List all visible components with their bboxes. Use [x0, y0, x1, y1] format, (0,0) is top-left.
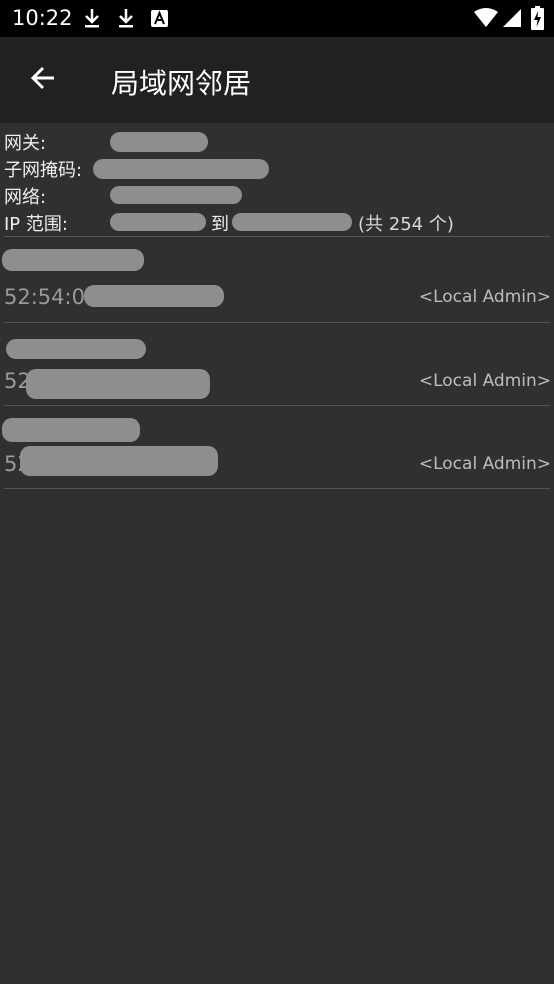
ip-range-count: (共 254 个) [358, 214, 454, 235]
text-a-icon [151, 10, 168, 31]
redacted-mac [20, 446, 218, 476]
app-bar: 局域网邻居 [0, 37, 554, 123]
host-item[interactable]: 52 <Local Admin> [0, 406, 554, 489]
arrow-back-icon [30, 66, 56, 94]
host-vendor: <Local Admin> [418, 371, 551, 391]
back-button[interactable] [22, 59, 64, 101]
ip-range-to: 到 [211, 214, 229, 235]
redacted-subnet [93, 159, 269, 179]
subnet-label: 子网掩码: [4, 160, 83, 181]
redacted-gateway [110, 132, 208, 152]
redacted-network [110, 186, 242, 204]
host-item[interactable]: 52:54:00 <Local Admin> [0, 239, 554, 322]
host-vendor: <Local Admin> [418, 287, 551, 307]
redacted-mac [26, 369, 210, 399]
signal-icon [502, 8, 522, 32]
host-vendor: <Local Admin> [418, 454, 551, 474]
network-label: 网络: [4, 187, 47, 208]
divider [4, 488, 550, 489]
subnet-row: 子网掩码: [4, 156, 82, 182]
divider [4, 236, 550, 237]
page-title: 局域网邻居 [111, 67, 252, 100]
network-row: 网络: [4, 183, 46, 209]
status-bar: 10:22 [0, 0, 554, 37]
redacted-ip [2, 249, 144, 271]
gateway-label: 网关: [4, 133, 47, 154]
redacted-ip [2, 418, 140, 442]
gateway-row: 网关: [4, 129, 46, 155]
download-icon [116, 7, 136, 33]
wifi-icon [474, 8, 498, 32]
battery-icon [531, 6, 544, 34]
redacted-range-end [232, 213, 352, 231]
redacted-mac [84, 285, 224, 307]
host-item[interactable]: 52 <Local Admin> [0, 323, 554, 406]
ip-range-label: IP 范围: [4, 214, 68, 235]
status-time: 10:22 [12, 6, 73, 30]
redacted-ip [6, 339, 146, 359]
download-icon [82, 7, 102, 33]
redacted-range-start [110, 213, 206, 231]
